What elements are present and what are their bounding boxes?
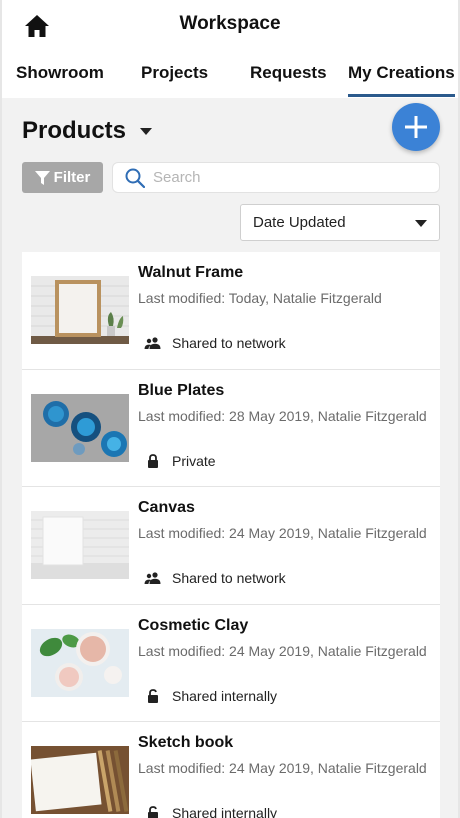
list-item[interactable]: Blue Plates Last modified: 28 May 2019, … [22,369,440,487]
sort-select[interactable]: Date Updated [240,204,440,241]
sharing-label: Shared to network [172,570,286,586]
tab-showroom[interactable]: Showroom [16,63,104,83]
product-thumbnail [31,393,129,462]
tab-requests[interactable]: Requests [250,63,327,83]
product-name: Sketch book [138,734,234,751]
products-dropdown[interactable]: Products [22,117,153,145]
filter-label: Filter [53,169,91,186]
product-list: Walnut Frame Last modified: Today, Natal… [22,252,440,818]
search-input[interactable] [153,169,423,186]
products-title: Products [22,117,127,144]
last-modified: Last modified: 24 May 2019, Natalie Fitz… [138,525,427,541]
filter-funnel-icon [34,170,50,185]
chevron-down-icon [415,220,427,227]
product-thumbnail [31,276,129,344]
product-name: Walnut Frame [138,264,244,281]
product-thumbnail [31,746,129,814]
filter-button[interactable]: Filter [22,162,103,193]
list-item[interactable]: Sketch book Last modified: 24 May 2019, … [22,722,440,818]
unlock-icon [144,688,162,703]
sharing-status: Private [144,453,216,469]
product-thumbnail [31,628,129,697]
list-item[interactable]: Cosmetic Clay Last modified: 24 May 2019… [22,604,440,722]
sharing-status: Shared to network [144,570,286,586]
page-title: Workspace [179,13,281,34]
people-icon [144,336,162,350]
lock-icon [144,453,162,468]
list-item[interactable]: Walnut Frame Last modified: Today, Natal… [22,252,440,370]
tab-bar: Showroom Projects Requests My Creations [2,58,458,98]
active-tab-indicator [348,94,455,97]
sharing-status: Shared internally [144,805,277,818]
sharing-label: Shared internally [172,687,278,704]
product-name: Blue Plates [138,381,225,399]
search-bar [112,162,440,193]
product-thumbnail [31,511,129,579]
unlock-icon [144,806,162,818]
app-frame: Workspace Showroom Projects Requests My … [0,0,460,818]
product-name: Cosmetic Clay [138,616,249,634]
caret-down-icon [140,127,153,135]
sort-selected-value: Date Updated [253,214,346,231]
sharing-label: Shared to network [172,335,286,351]
product-name: Canvas [138,499,195,516]
last-modified: Last modified: 24 May 2019, Natalie Fitz… [138,642,427,659]
sharing-status: Shared internally [144,688,277,704]
search-icon [125,168,145,188]
tab-projects[interactable]: Projects [141,63,208,83]
sharing-label: Private [172,452,216,469]
last-modified: Last modified: Today, Natalie Fitzgerald [138,290,382,306]
last-modified: Last modified: 24 May 2019, Natalie Fitz… [138,760,427,776]
top-bar: Workspace Showroom Projects Requests My … [2,0,458,98]
last-modified: Last modified: 28 May 2019, Natalie Fitz… [138,407,427,424]
people-icon [144,571,162,585]
list-item[interactable]: Canvas Last modified: 24 May 2019, Natal… [22,487,440,605]
plus-icon [405,116,427,138]
tab-my-creations[interactable]: My Creations [348,63,455,83]
sharing-label: Shared internally [172,805,278,818]
sharing-status: Shared to network [144,335,286,351]
add-product-button[interactable] [392,103,440,151]
